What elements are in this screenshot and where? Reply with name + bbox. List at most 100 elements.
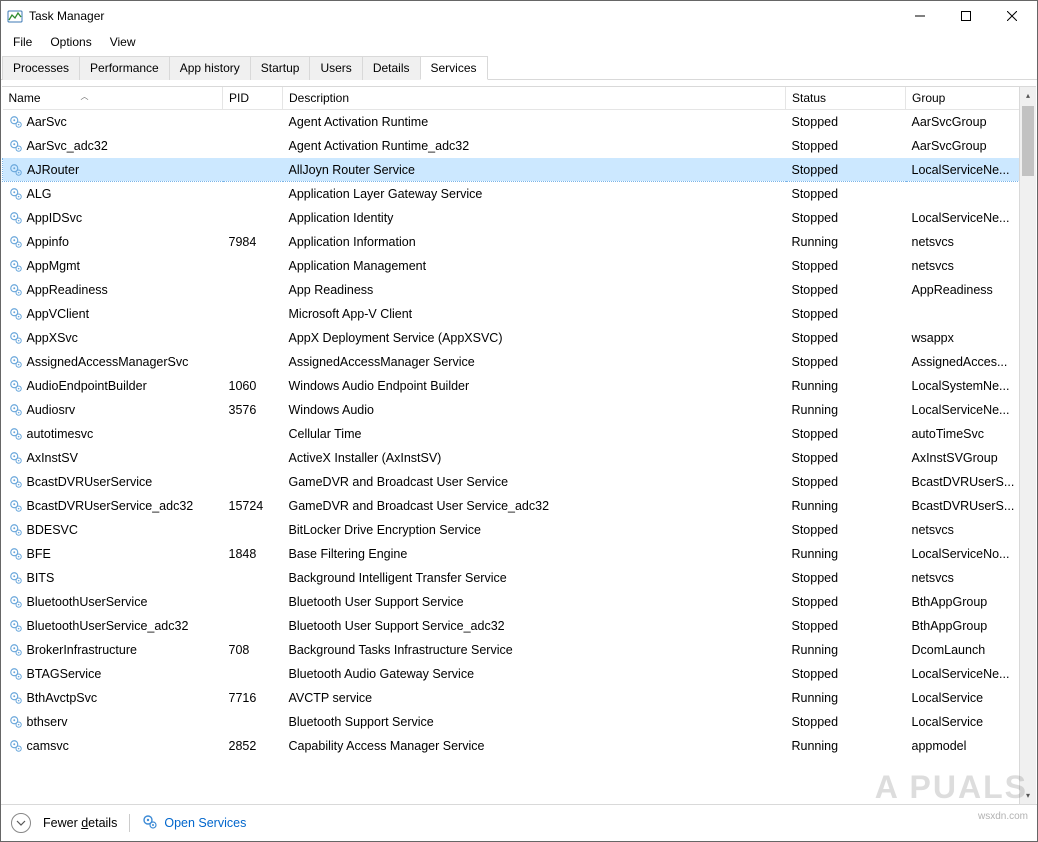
service-gear-icon xyxy=(9,715,23,729)
scroll-thumb[interactable] xyxy=(1022,106,1034,176)
cell-pid xyxy=(223,110,283,134)
cell-pid: 7984 xyxy=(223,230,283,254)
cell-pid xyxy=(223,182,283,206)
cell-description: Application Identity xyxy=(283,206,786,230)
cell-group: BcastDVRUserS... xyxy=(906,470,1036,494)
cell-status: Stopped xyxy=(786,278,906,302)
table-row[interactable]: BITSBackground Intelligent Transfer Serv… xyxy=(3,566,1036,590)
tab-services[interactable]: Services xyxy=(420,56,488,80)
cell-name: Appinfo xyxy=(3,230,223,254)
column-header-group[interactable]: Group xyxy=(906,87,1036,110)
cell-description: Cellular Time xyxy=(283,422,786,446)
menu-view[interactable]: View xyxy=(102,33,144,51)
cell-status: Running xyxy=(786,734,906,758)
service-gear-icon xyxy=(9,259,23,273)
tab-details[interactable]: Details xyxy=(362,56,421,80)
column-header-status[interactable]: Status xyxy=(786,87,906,110)
table-row[interactable]: Appinfo7984Application InformationRunnin… xyxy=(3,230,1036,254)
table-row[interactable]: AarSvc_adc32Agent Activation Runtime_adc… xyxy=(3,134,1036,158)
scroll-track[interactable] xyxy=(1020,104,1036,787)
cell-pid: 3576 xyxy=(223,398,283,422)
table-row[interactable]: AppReadinessApp ReadinessStoppedAppReadi… xyxy=(3,278,1036,302)
table-row[interactable]: BrokerInfrastructure708Background Tasks … xyxy=(3,638,1036,662)
table-row[interactable]: AJRouterAllJoyn Router ServiceStoppedLoc… xyxy=(3,158,1036,182)
table-row[interactable]: BDESVCBitLocker Drive Encryption Service… xyxy=(3,518,1036,542)
cell-description: ActiveX Installer (AxInstSV) xyxy=(283,446,786,470)
menubar: File Options View xyxy=(1,31,1037,53)
table-row[interactable]: AxInstSVActiveX Installer (AxInstSV)Stop… xyxy=(3,446,1036,470)
service-gear-icon xyxy=(9,403,23,417)
cell-group: LocalServiceNe... xyxy=(906,158,1036,182)
table-row[interactable]: BTAGService Bluetooth Audio Gateway Servi… xyxy=(3,662,1036,686)
table-row[interactable]: camsvc2852Capability Access Manager Serv… xyxy=(3,734,1036,758)
table-row[interactable]: AppXSvcAppX Deployment Service (AppXSVC)… xyxy=(3,326,1036,350)
cell-status: Stopped xyxy=(786,350,906,374)
cell-description: Bluetooth Audio Gateway Service xyxy=(283,662,786,686)
table-row[interactable]: BthAvctpSvc7716AVCTP serviceRunningLocal… xyxy=(3,686,1036,710)
cell-description: Bluetooth User Support Service xyxy=(283,590,786,614)
cell-description: Microsoft App-V Client xyxy=(283,302,786,326)
table-row[interactable]: BFE1848Base Filtering EngineRunningLocal… xyxy=(3,542,1036,566)
scroll-down-arrow[interactable]: ▾ xyxy=(1020,787,1036,804)
menu-options[interactable]: Options xyxy=(42,33,99,51)
column-header-description[interactable]: Description xyxy=(283,87,786,110)
cell-pid xyxy=(223,278,283,302)
table-row[interactable]: BluetoothUserService_adc32Bluetooth User… xyxy=(3,614,1036,638)
cell-name: BTAGService xyxy=(3,662,223,686)
cell-name: AarSvc xyxy=(3,110,223,134)
cell-name: BFE xyxy=(3,542,223,566)
table-row[interactable]: bthservBluetooth Support ServiceStoppedL… xyxy=(3,710,1036,734)
maximize-button[interactable] xyxy=(943,1,989,31)
service-gear-icon xyxy=(9,187,23,201)
minimize-button[interactable] xyxy=(897,1,943,31)
tab-performance[interactable]: Performance xyxy=(79,56,170,80)
tab-startup[interactable]: Startup xyxy=(250,56,311,80)
cell-description: AssignedAccessManager Service xyxy=(283,350,786,374)
table-row[interactable]: ALGApplication Layer Gateway ServiceStop… xyxy=(3,182,1036,206)
table-row[interactable]: AppMgmtApplication ManagementStoppednets… xyxy=(3,254,1036,278)
services-table: Name︿ PID Description Status Group AarSv… xyxy=(2,87,1036,758)
cell-description: Base Filtering Engine xyxy=(283,542,786,566)
cell-pid xyxy=(223,470,283,494)
open-services-link[interactable]: Open Services xyxy=(142,814,246,833)
cell-description: Background Intelligent Transfer Service xyxy=(283,566,786,590)
table-row[interactable]: BcastDVRUserService_adc3215724GameDVR an… xyxy=(3,494,1036,518)
column-header-name[interactable]: Name︿ xyxy=(3,87,223,110)
cell-group: netsvcs xyxy=(906,230,1036,254)
vertical-scrollbar[interactable]: ▴ ▾ xyxy=(1019,87,1036,804)
tab-app-history[interactable]: App history xyxy=(169,56,251,80)
cell-pid xyxy=(223,206,283,230)
table-row[interactable]: AppIDSvcApplication IdentityStoppedLocal… xyxy=(3,206,1036,230)
cell-description: AVCTP service xyxy=(283,686,786,710)
table-row[interactable]: BcastDVRUserServiceGameDVR and Broadcast… xyxy=(3,470,1036,494)
service-gear-icon xyxy=(9,691,23,705)
cell-group: AarSvcGroup xyxy=(906,110,1036,134)
close-button[interactable] xyxy=(989,1,1035,31)
table-row[interactable]: AppVClientMicrosoft App-V ClientStopped xyxy=(3,302,1036,326)
menu-file[interactable]: File xyxy=(5,33,40,51)
column-header-pid[interactable]: PID xyxy=(223,87,283,110)
table-row[interactable]: AssignedAccessManagerSvcAssignedAccessMa… xyxy=(3,350,1036,374)
service-gear-icon xyxy=(9,643,23,657)
titlebar: Task Manager xyxy=(1,1,1037,31)
cell-group: netsvcs xyxy=(906,254,1036,278)
table-row[interactable]: autotimesvcCellular TimeStoppedautoTimeS… xyxy=(3,422,1036,446)
table-row[interactable]: AarSvcAgent Activation RuntimeStoppedAar… xyxy=(3,110,1036,134)
fewer-details-button[interactable]: Fewer details xyxy=(43,816,117,830)
cell-description: AllJoyn Router Service xyxy=(283,158,786,182)
table-row[interactable]: BluetoothUserServiceBluetooth User Suppo… xyxy=(3,590,1036,614)
table-row[interactable]: AudioEndpointBuilder1060Windows Audio En… xyxy=(3,374,1036,398)
tab-users[interactable]: Users xyxy=(309,56,362,80)
scroll-up-arrow[interactable]: ▴ xyxy=(1020,87,1036,104)
cell-status: Running xyxy=(786,494,906,518)
fewer-details-toggle-icon[interactable] xyxy=(11,813,31,833)
tabbar: Processes Performance App history Startu… xyxy=(1,55,1037,80)
service-gear-icon xyxy=(9,427,23,441)
cell-name: Audiosrv xyxy=(3,398,223,422)
tab-processes[interactable]: Processes xyxy=(2,56,80,80)
table-row[interactable]: Audiosrv3576Windows AudioRunningLocalSer… xyxy=(3,398,1036,422)
cell-status: Stopped xyxy=(786,518,906,542)
cell-pid xyxy=(223,662,283,686)
cell-pid xyxy=(223,326,283,350)
service-gear-icon xyxy=(9,739,23,753)
